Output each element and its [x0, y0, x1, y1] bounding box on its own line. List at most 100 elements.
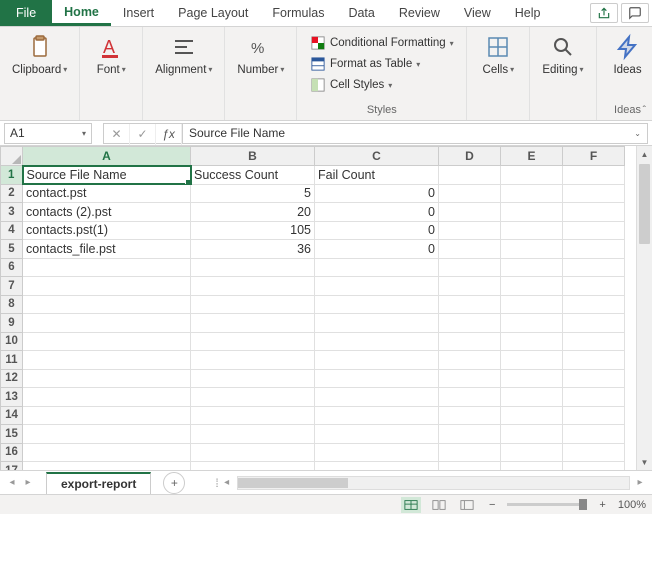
cell-c6[interactable] [315, 258, 439, 277]
cell-a6[interactable] [23, 258, 191, 277]
row-header-6[interactable]: 6 [1, 258, 23, 277]
row-header-3[interactable]: 3 [1, 203, 23, 222]
cell-a9[interactable] [23, 314, 191, 333]
cell-e17[interactable] [501, 462, 563, 471]
cell-c17[interactable] [315, 462, 439, 471]
vertical-scrollbar[interactable]: ▲ ▼ [636, 146, 652, 470]
enter-formula-icon[interactable]: ✓ [130, 124, 156, 145]
cell-e4[interactable] [501, 221, 563, 240]
cell-d8[interactable] [439, 295, 501, 314]
cell-c3[interactable]: 0 [315, 203, 439, 222]
cell-d6[interactable] [439, 258, 501, 277]
cell-a12[interactable] [23, 369, 191, 388]
cell-c1[interactable]: Fail Count [315, 166, 439, 185]
sheet-tab-active[interactable]: export-report [46, 472, 151, 494]
view-page-break-icon[interactable] [457, 497, 477, 513]
row-header-9[interactable]: 9 [1, 314, 23, 333]
hscroll-left-icon[interactable]: ◂ [219, 477, 235, 488]
tab-page-layout[interactable]: Page Layout [166, 0, 260, 26]
cell-b13[interactable] [191, 388, 315, 407]
editing-button[interactable]: Editing▾ [536, 31, 589, 78]
cell-f17[interactable] [563, 462, 625, 471]
cell-a3[interactable]: contacts (2).pst [23, 203, 191, 222]
cell-b12[interactable] [191, 369, 315, 388]
cell-e2[interactable] [501, 184, 563, 203]
row-header-11[interactable]: 11 [1, 351, 23, 370]
cell-e3[interactable] [501, 203, 563, 222]
cell-d9[interactable] [439, 314, 501, 333]
cell-a14[interactable] [23, 406, 191, 425]
cell-d7[interactable] [439, 277, 501, 296]
cell-d15[interactable] [439, 425, 501, 444]
add-sheet-button[interactable]: + [163, 472, 185, 494]
cell-d3[interactable] [439, 203, 501, 222]
tab-view[interactable]: View [452, 0, 503, 26]
cell-c9[interactable] [315, 314, 439, 333]
formula-input[interactable]: Source File Name ⌄ [182, 123, 648, 144]
cell-a4[interactable]: contacts.pst(1) [23, 221, 191, 240]
view-page-layout-icon[interactable] [429, 497, 449, 513]
cell-d4[interactable] [439, 221, 501, 240]
row-header-16[interactable]: 16 [1, 443, 23, 462]
column-header-f[interactable]: F [563, 147, 625, 166]
cell-d2[interactable] [439, 184, 501, 203]
cell-b6[interactable] [191, 258, 315, 277]
cell-d16[interactable] [439, 443, 501, 462]
cell-b15[interactable] [191, 425, 315, 444]
cell-e7[interactable] [501, 277, 563, 296]
select-all-corner[interactable] [1, 147, 23, 166]
clipboard-button[interactable]: Clipboard▾ [6, 31, 73, 78]
format-as-table-button[interactable]: Format as Table ▾ [306, 55, 424, 73]
cell-f10[interactable] [563, 332, 625, 351]
cell-e13[interactable] [501, 388, 563, 407]
cell-e5[interactable] [501, 240, 563, 259]
cancel-formula-icon[interactable]: ✕ [104, 124, 130, 145]
name-box[interactable]: A1 ▾ [4, 123, 92, 144]
cells-button[interactable]: Cells▾ [473, 31, 523, 78]
cell-b4[interactable]: 105 [191, 221, 315, 240]
share-icon[interactable] [590, 3, 618, 23]
row-header-13[interactable]: 13 [1, 388, 23, 407]
cell-a8[interactable] [23, 295, 191, 314]
cell-a13[interactable] [23, 388, 191, 407]
cell-c7[interactable] [315, 277, 439, 296]
scroll-up-icon[interactable]: ▲ [637, 146, 652, 162]
row-header-4[interactable]: 4 [1, 221, 23, 240]
tab-review[interactable]: Review [387, 0, 452, 26]
cell-b7[interactable] [191, 277, 315, 296]
cell-f11[interactable] [563, 351, 625, 370]
tab-data[interactable]: Data [336, 0, 386, 26]
tab-insert[interactable]: Insert [111, 0, 166, 26]
cell-c2[interactable]: 0 [315, 184, 439, 203]
row-header-5[interactable]: 5 [1, 240, 23, 259]
cell-f6[interactable] [563, 258, 625, 277]
cell-b11[interactable] [191, 351, 315, 370]
tab-help[interactable]: Help [503, 0, 553, 26]
hscroll-right-icon[interactable]: ▸ [632, 477, 648, 488]
sheet-nav-next-icon[interactable]: ▸ [20, 477, 36, 488]
cell-a2[interactable]: contact.pst [23, 184, 191, 203]
cell-f1[interactable] [563, 166, 625, 185]
cell-a17[interactable] [23, 462, 191, 471]
cell-e14[interactable] [501, 406, 563, 425]
cell-b1[interactable]: Success Count [191, 166, 315, 185]
expand-formula-icon[interactable]: ⌄ [634, 129, 641, 138]
cell-c15[interactable] [315, 425, 439, 444]
scroll-down-icon[interactable]: ▼ [637, 454, 652, 470]
cell-c5[interactable]: 0 [315, 240, 439, 259]
cell-d1[interactable] [439, 166, 501, 185]
cell-f2[interactable] [563, 184, 625, 203]
cell-b3[interactable]: 20 [191, 203, 315, 222]
cell-a11[interactable] [23, 351, 191, 370]
cell-a1[interactable]: Source File Name [23, 166, 191, 185]
cell-c8[interactable] [315, 295, 439, 314]
cell-e9[interactable] [501, 314, 563, 333]
conditional-formatting-button[interactable]: Conditional Formatting ▾ [306, 34, 458, 52]
cell-a5[interactable]: contacts_file.pst [23, 240, 191, 259]
row-header-1[interactable]: 1 [1, 166, 23, 185]
cell-e15[interactable] [501, 425, 563, 444]
cell-a10[interactable] [23, 332, 191, 351]
cell-f4[interactable] [563, 221, 625, 240]
alignment-button[interactable]: Alignment▾ [149, 31, 218, 78]
cell-b8[interactable] [191, 295, 315, 314]
